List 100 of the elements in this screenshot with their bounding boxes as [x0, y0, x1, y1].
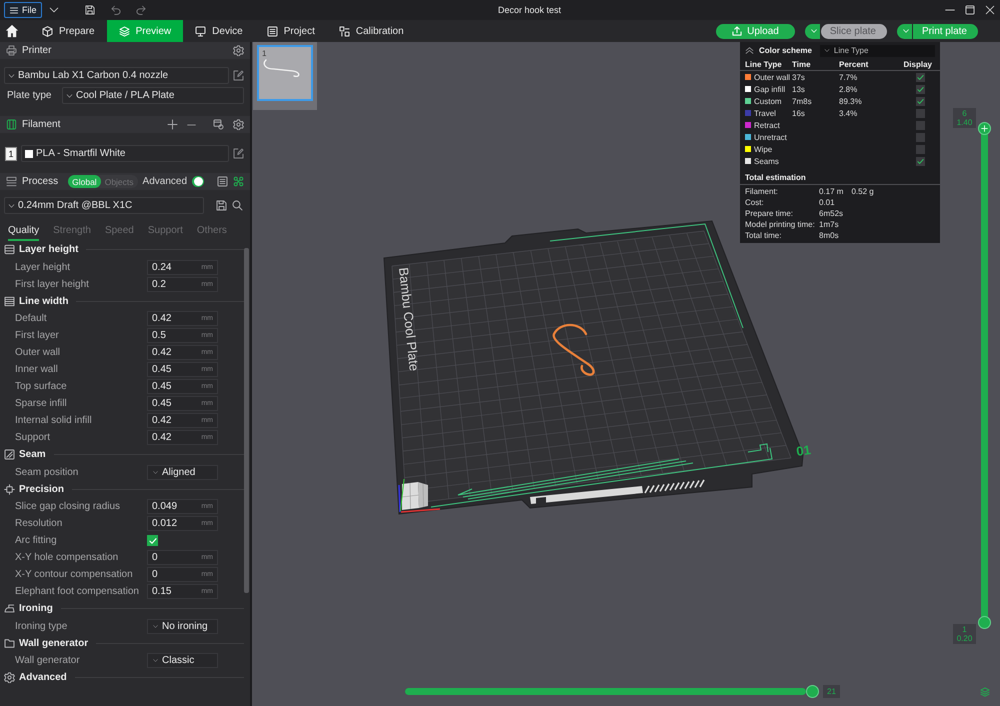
tab[interactable]: Prepare — [30, 20, 107, 42]
slider-handle[interactable] — [806, 685, 819, 698]
printer-icon — [6, 45, 17, 56]
setting-label: First layer — [15, 330, 60, 341]
caret-icon — [66, 92, 73, 98]
edit-icon[interactable] — [233, 148, 244, 159]
close-icon[interactable] — [985, 5, 995, 15]
line-type-label: Unretract — [754, 132, 788, 142]
list-icon — [266, 26, 278, 36]
display-checkbox[interactable] — [916, 108, 925, 118]
setting-label: Resolution — [15, 518, 64, 529]
dropdown-field[interactable]: No ironing — [147, 618, 218, 634]
display-checkbox[interactable] — [916, 132, 925, 142]
caret-icon — [8, 72, 15, 78]
dropdown-button[interactable] — [804, 24, 820, 38]
save-icon[interactable] — [216, 200, 227, 211]
printer-dropdown[interactable]: Bambu Lab X1 Carbon 0.4 nozzle — [4, 67, 229, 84]
percent-text: 7.7% — [839, 72, 858, 82]
search-icon[interactable] — [232, 200, 243, 211]
layers-icon — [118, 26, 130, 36]
display-checkbox[interactable] — [916, 156, 925, 166]
file-menu-button[interactable]: File — [4, 2, 42, 18]
process-dropdown[interactable]: 0.24mm Draft @BBL X1C — [4, 197, 204, 214]
layer-number: 1 — [962, 625, 967, 634]
stack-icon — [6, 176, 17, 187]
toggle-label: Advanced — [142, 176, 188, 187]
hook-icon — [262, 58, 302, 78]
setting-label: Layer height — [15, 262, 72, 272]
line-type-label: Custom — [754, 96, 783, 106]
filament-dropdown[interactable]: PLA - Smartfil White — [21, 145, 229, 162]
list-icon[interactable] — [217, 176, 228, 187]
caret-icon — [810, 28, 818, 34]
tab[interactable]: Device — [183, 20, 255, 42]
scrollbar-thumb[interactable] — [244, 248, 249, 593]
edit-icon[interactable] — [233, 70, 244, 81]
setting-label: Wall generator — [15, 655, 81, 666]
tab[interactable]: Calibration — [326, 20, 416, 42]
dropdown-field[interactable]: Classic — [147, 653, 218, 668]
settings-icon[interactable] — [233, 119, 244, 130]
estimate-value: 0.01 — [819, 198, 835, 207]
home-icon[interactable] — [5, 24, 19, 38]
plate-thumbnail[interactable]: 1 — [257, 45, 313, 101]
setting-label: Default — [15, 313, 48, 324]
group-title: Layer height — [19, 244, 78, 256]
column-header: Time — [792, 60, 812, 69]
slider-handle[interactable] — [978, 616, 991, 629]
setting-label: Slice gap closing radius — [15, 501, 122, 512]
group-title: Precision — [19, 484, 64, 495]
display-checkbox[interactable] — [916, 120, 925, 130]
setting-label: First layer height — [15, 278, 90, 290]
window-badge-icon[interactable] — [213, 119, 224, 130]
setting-label: Top surface — [15, 381, 68, 392]
undo-icon[interactable] — [110, 5, 121, 15]
estimate-label: Model printing time: — [745, 220, 816, 229]
caret-icon — [902, 28, 910, 34]
estimate-label: Filament: — [745, 187, 779, 196]
legend-title: Color scheme — [759, 46, 812, 55]
group-title: Advanced — [19, 672, 67, 684]
settings-icon[interactable] — [233, 45, 244, 56]
display-checkbox[interactable] — [916, 144, 925, 154]
time-text: 7m8s — [792, 96, 813, 106]
save-icon[interactable] — [84, 5, 95, 15]
display-checkbox[interactable] — [916, 72, 925, 82]
minus-icon[interactable] — [187, 124, 196, 126]
setting-label: Seam position — [15, 466, 80, 478]
estimate-value: 1m7s — [819, 220, 839, 229]
plate-type-dropdown[interactable]: Cool Plate / PLA Plate — [62, 87, 244, 104]
section-title: Filament — [22, 119, 60, 130]
collapse-icon[interactable] — [745, 46, 754, 55]
nodes-icon[interactable] — [233, 176, 244, 187]
group-title: Line width — [19, 296, 68, 307]
monitor-icon — [195, 26, 206, 36]
plus-icon[interactable] — [167, 119, 178, 130]
display-checkbox[interactable] — [916, 96, 925, 106]
estimate-value: 8m0s — [819, 231, 839, 240]
dropdown-button[interactable] — [896, 24, 912, 38]
move-slider-track[interactable] — [405, 688, 806, 695]
layers-icon[interactable] — [980, 687, 990, 697]
layer-height: 1.40 — [956, 118, 972, 127]
setting-label: Elephant foot compensation — [15, 586, 140, 597]
display-checkbox[interactable] — [916, 84, 925, 94]
maximize-icon[interactable] — [965, 5, 975, 15]
scheme-dropdown[interactable]: Line Type — [820, 44, 935, 56]
settings-tab[interactable]: Quality — [8, 221, 40, 241]
minimize-icon[interactable] — [945, 9, 955, 11]
stacked-layers-icon — [4, 244, 15, 256]
checkmark-icon — [148, 536, 156, 544]
line-type-label: Travel — [754, 108, 777, 118]
cube-icon — [42, 26, 53, 36]
slider-handle[interactable] — [978, 122, 991, 135]
checkbox[interactable] — [147, 535, 158, 546]
spool-icon — [6, 119, 17, 130]
column-header: Percent — [839, 60, 870, 69]
dropdown-field[interactable]: Aligned — [147, 464, 218, 480]
plate-number-label: 01 — [795, 442, 812, 459]
plate-number: 1 — [262, 49, 266, 58]
tab[interactable]: Project — [254, 20, 327, 42]
redo-icon[interactable] — [136, 5, 146, 15]
toggle-switch[interactable] — [192, 176, 204, 187]
chevron-down-icon[interactable] — [48, 5, 59, 15]
